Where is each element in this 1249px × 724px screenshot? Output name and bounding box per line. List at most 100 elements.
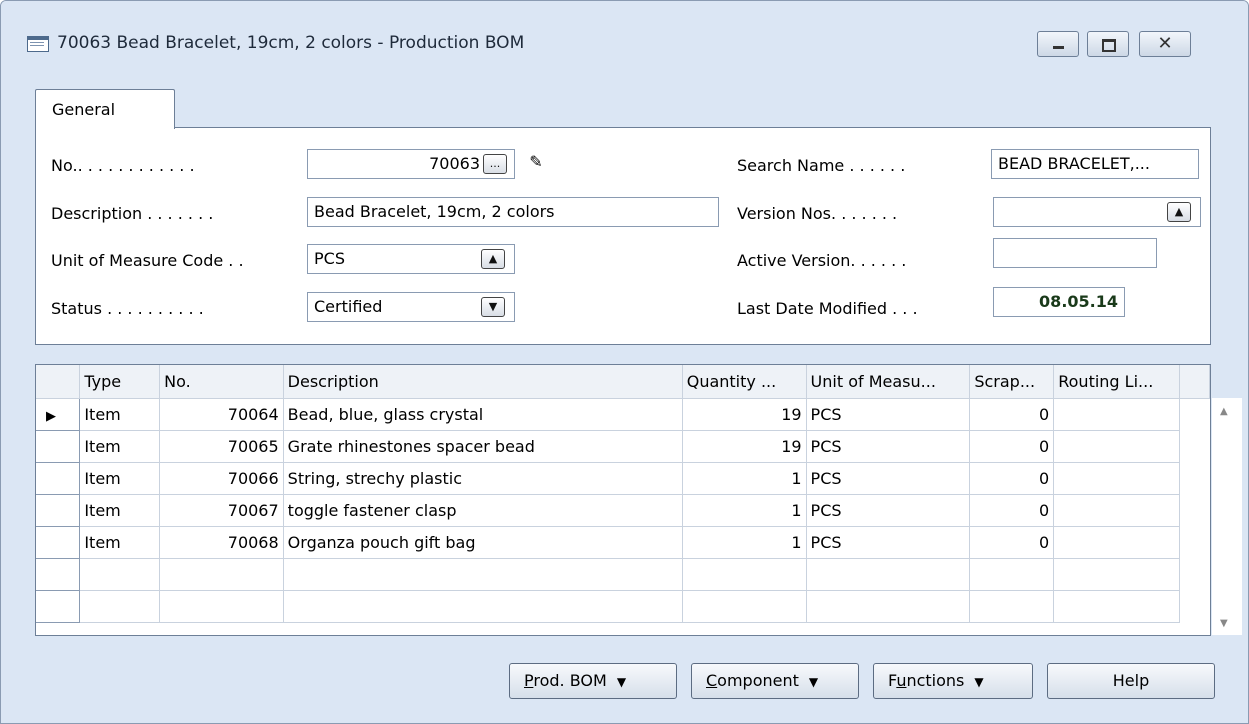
row-selector[interactable] bbox=[36, 558, 81, 591]
cell-routing[interactable] bbox=[1053, 462, 1181, 495]
column-header-unit-of-measure[interactable]: Unit of Measu... bbox=[806, 365, 971, 399]
component-menu-button[interactable]: Component ▼ bbox=[691, 663, 859, 699]
column-header-routing-link[interactable]: Routing Li... bbox=[1053, 365, 1181, 399]
minimize-button[interactable] bbox=[1037, 31, 1079, 57]
cell-description[interactable] bbox=[283, 558, 683, 591]
cell-description[interactable]: toggle fastener clasp bbox=[283, 494, 683, 527]
cell-type[interactable]: Item bbox=[79, 430, 161, 463]
title-bar[interactable]: 70063 Bead Bracelet, 19cm, 2 colors - Pr… bbox=[1, 1, 1248, 69]
column-header-description[interactable]: Description bbox=[283, 365, 683, 399]
scroll-gutter bbox=[1180, 462, 1210, 494]
cell-uom[interactable]: PCS bbox=[806, 398, 971, 431]
cell-uom[interactable]: PCS bbox=[806, 462, 971, 495]
column-header-no[interactable]: No. bbox=[159, 365, 284, 399]
cell-type[interactable]: Item bbox=[79, 494, 161, 527]
functions-menu-button[interactable]: Functions ▼ bbox=[873, 663, 1033, 699]
cell-description[interactable]: Bead, blue, glass crystal bbox=[283, 398, 683, 431]
cell-scrap[interactable]: 0 bbox=[969, 494, 1055, 527]
scroll-down-icon[interactable]: ▼ bbox=[1220, 618, 1228, 629]
version-nos-lookup-button[interactable]: ▲ bbox=[1167, 202, 1191, 222]
maximize-icon bbox=[1088, 32, 1128, 56]
cell-routing[interactable] bbox=[1053, 398, 1181, 431]
cell-quantity[interactable]: 19 bbox=[682, 430, 807, 463]
prod-bom-accelerator: P bbox=[524, 671, 534, 690]
cell-no[interactable] bbox=[159, 590, 284, 623]
cell-type[interactable]: Item bbox=[79, 526, 161, 559]
cell-quantity[interactable] bbox=[682, 558, 807, 591]
cell-routing[interactable] bbox=[1053, 430, 1181, 463]
version-nos-label: Version Nos. . . . . . . bbox=[737, 204, 898, 223]
table-row[interactable] bbox=[36, 590, 1210, 623]
table-row[interactable]: Item 70066 String, strechy plastic 1 PCS… bbox=[36, 462, 1210, 495]
cell-no[interactable] bbox=[159, 558, 284, 591]
cell-no[interactable]: 70067 bbox=[159, 494, 284, 527]
tab-general[interactable]: General bbox=[35, 89, 175, 129]
active-version-field bbox=[993, 238, 1157, 268]
cell-scrap[interactable]: 0 bbox=[969, 526, 1055, 559]
scrollbar-header bbox=[1179, 365, 1210, 399]
cell-description[interactable]: Grate rhinestones spacer bead bbox=[283, 430, 683, 463]
maximize-button[interactable] bbox=[1087, 31, 1129, 57]
column-header-quantity[interactable]: Quantity ... bbox=[682, 365, 807, 399]
cell-scrap[interactable]: 0 bbox=[969, 430, 1055, 463]
uom-lookup-button[interactable]: ▲ bbox=[481, 249, 505, 269]
cell-description[interactable]: String, strechy plastic bbox=[283, 462, 683, 495]
cell-quantity[interactable]: 19 bbox=[682, 398, 807, 431]
window-title: 70063 Bead Bracelet, 19cm, 2 colors - Pr… bbox=[57, 33, 525, 53]
cell-quantity[interactable]: 1 bbox=[682, 494, 807, 527]
table-row[interactable]: ▶ Item 70064 Bead, blue, glass crystal 1… bbox=[36, 398, 1210, 431]
cell-uom[interactable]: PCS bbox=[806, 526, 971, 559]
column-header-scrap[interactable]: Scrap... bbox=[969, 365, 1055, 399]
row-selector[interactable]: ▶ bbox=[36, 398, 81, 431]
cell-scrap[interactable] bbox=[969, 590, 1055, 623]
cell-no[interactable]: 70064 bbox=[159, 398, 284, 431]
cell-quantity[interactable]: 1 bbox=[682, 462, 807, 495]
cell-quantity[interactable] bbox=[682, 590, 807, 623]
current-row-icon: ▶ bbox=[46, 408, 56, 424]
cell-routing[interactable] bbox=[1053, 526, 1181, 559]
scroll-gutter bbox=[1180, 558, 1210, 590]
row-selector[interactable] bbox=[36, 430, 81, 463]
edit-pencil-icon[interactable]: ✎ bbox=[525, 151, 547, 173]
row-selector[interactable] bbox=[36, 462, 81, 495]
table-row[interactable] bbox=[36, 558, 1210, 591]
table-row[interactable]: Item 70068 Organza pouch gift bag 1 PCS … bbox=[36, 526, 1210, 559]
table-row[interactable]: Item 70065 Grate rhinestones spacer bead… bbox=[36, 430, 1210, 463]
scroll-gutter bbox=[1180, 590, 1210, 622]
cell-scrap[interactable] bbox=[969, 558, 1055, 591]
status-dropdown-button[interactable]: ▼ bbox=[481, 297, 505, 317]
cell-uom[interactable]: PCS bbox=[806, 430, 971, 463]
cell-description[interactable]: Organza pouch gift bag bbox=[283, 526, 683, 559]
cell-type[interactable] bbox=[79, 590, 161, 623]
scroll-up-icon[interactable]: ▲ bbox=[1220, 406, 1228, 417]
cell-scrap[interactable]: 0 bbox=[969, 462, 1055, 495]
cell-uom[interactable]: PCS bbox=[806, 494, 971, 527]
column-header-type[interactable]: Type bbox=[79, 365, 161, 399]
vertical-scrollbar[interactable]: ▲ ▼ bbox=[1212, 398, 1242, 635]
cell-type[interactable]: Item bbox=[79, 462, 161, 495]
table-row[interactable]: Item 70067 toggle fastener clasp 1 PCS 0 bbox=[36, 494, 1210, 527]
cell-quantity[interactable]: 1 bbox=[682, 526, 807, 559]
cell-routing[interactable] bbox=[1053, 494, 1181, 527]
close-button[interactable]: ✕ bbox=[1139, 31, 1191, 57]
row-selector[interactable] bbox=[36, 494, 81, 527]
row-selector[interactable] bbox=[36, 526, 81, 559]
cell-uom[interactable] bbox=[806, 590, 971, 623]
cell-routing[interactable] bbox=[1053, 590, 1181, 623]
cell-no[interactable]: 70066 bbox=[159, 462, 284, 495]
cell-type[interactable] bbox=[79, 558, 161, 591]
cell-uom[interactable] bbox=[806, 558, 971, 591]
cell-type[interactable]: Item bbox=[79, 398, 161, 431]
row-selector[interactable] bbox=[36, 590, 81, 623]
no-assist-button[interactable]: ... bbox=[483, 154, 507, 174]
cell-routing[interactable] bbox=[1053, 558, 1181, 591]
search-name-field[interactable]: BEAD BRACELET,... bbox=[991, 149, 1199, 179]
cell-no[interactable]: 70065 bbox=[159, 430, 284, 463]
cell-description[interactable] bbox=[283, 590, 683, 623]
help-button[interactable]: Help bbox=[1047, 663, 1215, 699]
prod-bom-menu-button[interactable]: Prod. BOM ▼ bbox=[509, 663, 677, 699]
cell-no[interactable]: 70068 bbox=[159, 526, 284, 559]
description-field[interactable]: Bead Bracelet, 19cm, 2 colors bbox=[307, 197, 719, 227]
minimize-icon bbox=[1038, 32, 1078, 56]
cell-scrap[interactable]: 0 bbox=[969, 398, 1055, 431]
